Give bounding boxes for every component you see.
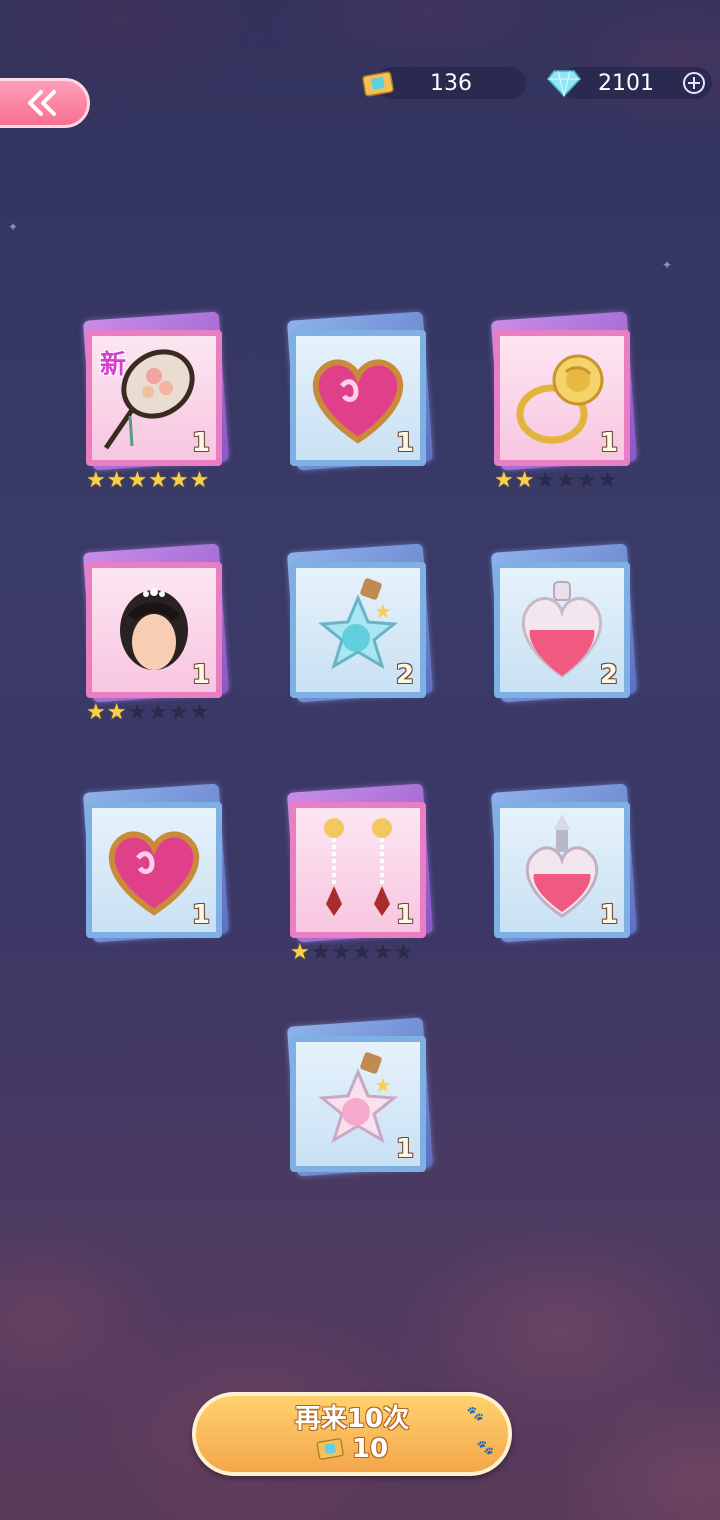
item-quantity: 1: [395, 428, 414, 458]
reward-card[interactable]: 1: [286, 311, 436, 486]
star-filled-icon: ★: [86, 468, 106, 493]
card-front: 新1: [86, 330, 222, 466]
star-filled-icon: ★: [494, 468, 514, 493]
star-rating: ★ ★ ★ ★ ★ ★: [86, 468, 238, 493]
draw-again-label: 再来10次: [294, 1404, 410, 1434]
item-quantity: 2: [395, 660, 414, 690]
card-front: ★ 2: [290, 562, 426, 698]
sparkle-icon: ✦: [8, 220, 19, 234]
ticket-count: 136: [430, 70, 472, 96]
star-empty-icon: ★: [310, 940, 331, 965]
star-filled-icon: ★: [86, 700, 106, 725]
reward-card[interactable]: 2: [490, 543, 640, 718]
star-empty-icon: ★: [576, 468, 597, 493]
star-rating: ★ ★ ★ ★ ★ ★: [290, 940, 442, 965]
card-front: 1: [290, 330, 426, 466]
star-filled-icon: ★: [514, 468, 535, 493]
item-quantity: 1: [395, 900, 414, 930]
draw-again-cost-value: 10: [351, 1434, 389, 1464]
star-empty-icon: ★: [168, 700, 189, 725]
item-quantity: 2: [599, 660, 618, 690]
star-empty-icon: ★: [148, 700, 168, 725]
star-empty-icon: ★: [352, 940, 372, 965]
star-rating: ★ ★ ★ ★ ★ ★: [494, 468, 646, 493]
card-front: ★ 1: [290, 1036, 426, 1172]
card-front: 1: [290, 802, 426, 938]
star-filled-icon: ★: [189, 468, 210, 493]
star-filled-icon: ★: [168, 468, 189, 493]
card-front: 2: [494, 562, 630, 698]
item-quantity: 1: [395, 1134, 414, 1164]
reward-card[interactable]: 1 ★ ★ ★ ★ ★ ★: [286, 783, 436, 965]
star-empty-icon: ★: [535, 468, 556, 493]
star-rating: ★ ★ ★ ★ ★ ★: [86, 700, 238, 725]
star-filled-icon: ★: [290, 940, 310, 965]
star-empty-icon: ★: [372, 940, 393, 965]
ticket-icon: [316, 1438, 344, 1460]
reward-card[interactable]: 1: [490, 783, 640, 958]
item-quantity: 1: [599, 900, 618, 930]
card-front: 1: [494, 330, 630, 466]
diamond-icon: [547, 70, 581, 98]
star-empty-icon: ★: [597, 468, 618, 493]
star-filled-icon: ★: [127, 468, 148, 493]
paw-icon: 🐾: [466, 1406, 484, 1422]
star-empty-icon: ★: [189, 700, 210, 725]
draw-again-cost: 10: [316, 1434, 388, 1464]
reward-card[interactable]: ★ 2: [286, 543, 436, 718]
star-empty-icon: ★: [556, 468, 576, 493]
back-button[interactable]: [0, 78, 90, 128]
diamond-count: 2101: [598, 70, 654, 96]
svg-text:★: ★: [374, 1073, 392, 1097]
svg-text:★: ★: [374, 599, 392, 623]
star-empty-icon: ★: [127, 700, 148, 725]
item-quantity: 1: [599, 428, 618, 458]
reward-card[interactable]: 1 ★ ★ ★ ★ ★ ★: [82, 543, 232, 725]
reward-card[interactable]: 1: [82, 783, 232, 958]
item-quantity: 1: [191, 660, 210, 690]
item-quantity: 1: [191, 428, 210, 458]
paw-icon: 🐾: [476, 1440, 494, 1456]
ticket-icon: [362, 71, 394, 97]
ticket-counter: 136: [376, 67, 526, 99]
plus-circle-icon[interactable]: [682, 71, 706, 95]
card-front: 1: [86, 562, 222, 698]
sparkle-icon: ✦: [662, 258, 673, 272]
reward-card[interactable]: 新 1 ★ ★ ★ ★ ★ ★: [82, 311, 232, 493]
star-filled-icon: ★: [106, 700, 127, 725]
star-filled-icon: ★: [106, 468, 127, 493]
star-empty-icon: ★: [393, 940, 414, 965]
draw-again-button[interactable]: 再来10次 10 🐾 🐾: [192, 1392, 512, 1476]
double-chevron-left-icon: [28, 90, 56, 116]
reward-card[interactable]: 1 ★ ★ ★ ★ ★ ★: [490, 311, 640, 493]
card-front: 1: [494, 802, 630, 938]
star-filled-icon: ★: [148, 468, 168, 493]
new-badge: 新: [100, 350, 127, 380]
card-front: 1: [86, 802, 222, 938]
star-empty-icon: ★: [331, 940, 352, 965]
item-quantity: 1: [191, 900, 210, 930]
reward-card[interactable]: ★ 1: [286, 1017, 436, 1192]
